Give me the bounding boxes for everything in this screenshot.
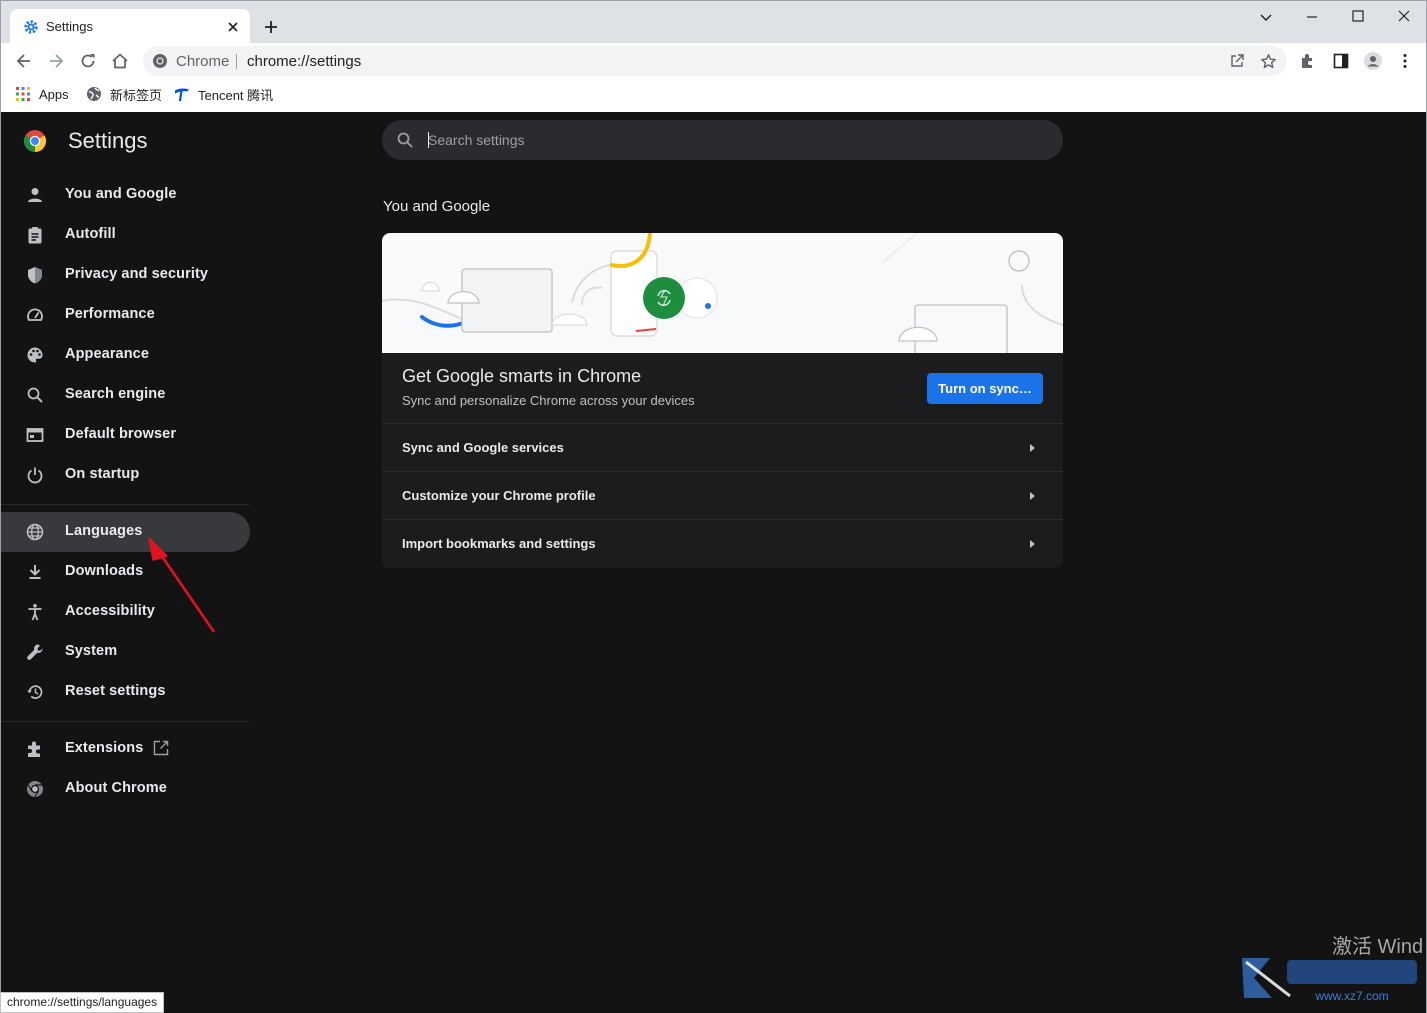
annotation-arrow: [148, 537, 216, 633]
bookmark-label: Apps: [39, 86, 69, 102]
bookmark-new-tab[interactable]: 新标签页: [86, 85, 162, 103]
browser-toolbar: Chrome chrome://settings: [0, 43, 1427, 78]
status-bar-url: chrome://settings/languages: [0, 992, 165, 1013]
settings-page: Settings You and Google Autofill Privacy…: [0, 112, 1427, 1013]
close-tab-icon[interactable]: [224, 18, 242, 36]
you-and-google-card: Get Google smarts in Chrome Sync and per…: [382, 233, 1063, 568]
new-tab-icon[interactable]: [261, 17, 281, 37]
puzzle-icon: [26, 740, 44, 758]
tencent-icon: [174, 86, 190, 102]
home-icon[interactable]: [110, 51, 130, 71]
row-import-bookmarks[interactable]: Import bookmarks and settings: [382, 519, 1063, 567]
promo-title: Get Google smarts in Chrome: [402, 366, 642, 386]
search-icon: [396, 131, 414, 149]
tab-strip: Settings: [0, 0, 1427, 44]
menu-kebab-icon[interactable]: [1395, 51, 1415, 71]
tab-search-chevron-icon[interactable]: [1254, 5, 1278, 29]
omnibox-url[interactable]: chrome://settings: [247, 53, 361, 70]
sync-illustration: [382, 233, 1063, 353]
tab-title: Settings: [46, 19, 93, 34]
extensions-puzzle-icon[interactable]: [1298, 51, 1318, 71]
sidebar-item-label: About Chrome: [65, 780, 167, 796]
forward-icon[interactable]: [46, 51, 66, 71]
row-sync-google-services[interactable]: Sync and Google services: [382, 423, 1063, 471]
sidebar-item-label: Extensions: [65, 740, 144, 756]
profile-avatar-icon[interactable]: [1363, 51, 1383, 71]
row-label: Sync and Google services: [402, 440, 564, 455]
text-caret: [428, 132, 429, 148]
sidebar-item-reset-settings[interactable]: Reset settings: [1, 672, 250, 712]
row-label: Customize your Chrome profile: [402, 488, 596, 503]
side-panel-icon[interactable]: [1331, 51, 1351, 71]
watermark-site: www.xz7.com: [1314, 989, 1388, 1003]
share-icon[interactable]: [1229, 53, 1245, 69]
bookmark-label: 新标签页: [110, 87, 163, 103]
bookmark-star-icon[interactable]: [1260, 53, 1277, 70]
bookmark-apps[interactable]: Apps: [15, 85, 69, 103]
external-link-icon: [152, 739, 170, 757]
sidebar-item-extensions[interactable]: Extensions: [1, 729, 250, 769]
omnibox-site-name: Chrome: [176, 53, 230, 70]
chevron-right-icon: [1026, 442, 1038, 454]
chrome-icon: [152, 53, 168, 69]
sidebar-item-label: Reset settings: [65, 683, 166, 699]
maximize-icon[interactable]: [1346, 5, 1370, 29]
bookmarks-bar: Apps 新标签页 Tencent 腾讯: [0, 78, 1427, 112]
sidebar-divider: [1, 721, 250, 722]
back-icon[interactable]: [14, 51, 34, 71]
section-title: You and Google: [383, 198, 491, 215]
promo-subtitle: Sync and personalize Chrome across your …: [402, 393, 695, 408]
site-watermark-logo: www.xz7.com: [1232, 950, 1427, 1005]
row-customize-profile[interactable]: Customize your Chrome profile: [382, 471, 1063, 519]
apps-grid-icon: [15, 86, 31, 102]
chevron-right-icon: [1026, 490, 1038, 502]
globe-icon: [86, 86, 102, 102]
close-window-icon[interactable]: [1392, 5, 1416, 29]
history-icon: [26, 683, 44, 701]
search-input[interactable]: [428, 128, 1028, 152]
minimize-icon[interactable]: [1300, 5, 1324, 29]
omnibox-divider: [236, 54, 237, 69]
turn-on-sync-button[interactable]: Turn on sync…: [927, 373, 1043, 404]
row-label: Import bookmarks and settings: [402, 536, 596, 551]
address-bar[interactable]: Chrome chrome://settings: [143, 46, 1287, 76]
chrome-icon: [26, 780, 44, 798]
bookmark-tencent[interactable]: Tencent 腾讯: [174, 85, 273, 103]
search-settings-field[interactable]: [382, 120, 1063, 160]
sidebar-item-about-chrome[interactable]: About Chrome: [1, 769, 250, 809]
gear-icon: [23, 19, 39, 35]
tab-settings[interactable]: Settings: [10, 9, 250, 44]
chevron-right-icon: [1026, 538, 1038, 550]
bookmark-label: Tencent 腾讯: [198, 87, 274, 103]
reload-icon[interactable]: [78, 51, 98, 71]
